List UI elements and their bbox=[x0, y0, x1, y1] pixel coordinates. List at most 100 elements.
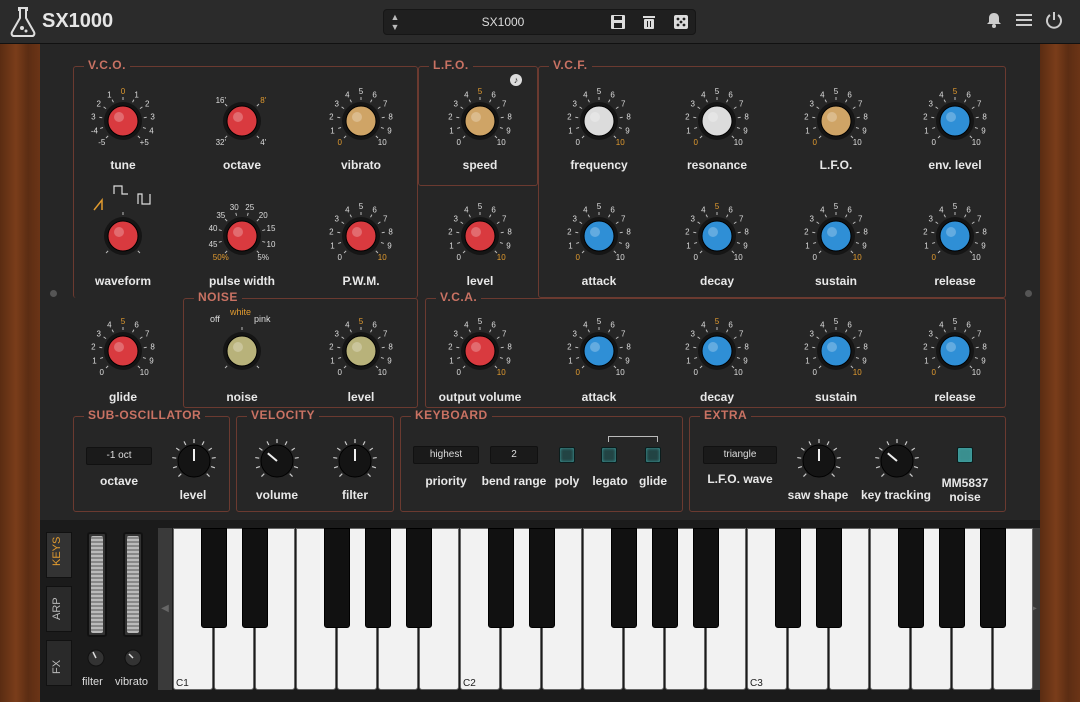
tune-knob-tick-7: 2 bbox=[145, 99, 150, 108]
vcf-decay-knob[interactable]: 01 234 5 678 910 bbox=[685, 202, 749, 262]
vcf-env-level-knob-tick-1: 1 bbox=[924, 126, 929, 135]
key-tracking-knob[interactable] bbox=[875, 439, 919, 478]
vca-sustain-knob-tick-7: 7 bbox=[858, 329, 863, 338]
black-key[interactable] bbox=[652, 528, 678, 628]
vca-attack-knob-tick-9: 9 bbox=[625, 356, 630, 365]
vcf-resonance-knob-tick-9: 9 bbox=[743, 126, 748, 135]
lfo-wave-select[interactable]: triangle bbox=[703, 446, 777, 464]
glide-label: glide bbox=[108, 390, 137, 404]
vcf-frequency-label: frequency bbox=[570, 158, 628, 172]
velocity-volume-knob[interactable] bbox=[255, 439, 299, 478]
glide-knob[interactable]: 01 234 5 678 910 bbox=[91, 317, 155, 377]
lfo-speed-knob-tick-9: 9 bbox=[506, 126, 511, 135]
pulse-width-knob-tick-3: 35 bbox=[216, 211, 225, 220]
scroll-left-arrow[interactable]: ◀ bbox=[158, 528, 172, 690]
priority-select[interactable]: highest bbox=[413, 446, 479, 464]
lfo-sync-icon[interactable]: ♪ bbox=[510, 74, 522, 86]
black-key[interactable] bbox=[939, 528, 965, 628]
black-key[interactable] bbox=[693, 528, 719, 628]
vcf-attack-knob[interactable]: 01 234 5 678 910 bbox=[567, 202, 631, 262]
bell-icon[interactable] bbox=[983, 11, 1005, 33]
black-key[interactable] bbox=[242, 528, 268, 628]
vca-attack-knob-tick-7: 7 bbox=[621, 329, 626, 338]
lfo-speed-knob[interactable]: 01 234 5 678 910 bbox=[448, 87, 512, 147]
black-key[interactable] bbox=[488, 528, 514, 628]
black-key[interactable] bbox=[816, 528, 842, 628]
vca-attack-knob[interactable]: 01 234 5 678 910 bbox=[567, 317, 631, 377]
tab-keys[interactable]: KEYS bbox=[46, 532, 72, 578]
black-key[interactable] bbox=[201, 528, 227, 628]
pwm-knob-tick-5: 5 bbox=[359, 202, 364, 211]
legato-toggle[interactable] bbox=[601, 447, 617, 463]
velocity-filter-knob[interactable] bbox=[333, 439, 377, 478]
black-key[interactable] bbox=[406, 528, 432, 628]
filter-mini-knob[interactable] bbox=[86, 648, 106, 668]
vcf-env-level-knob-tick-9: 9 bbox=[981, 126, 986, 135]
save-icon[interactable] bbox=[609, 14, 627, 32]
black-key[interactable] bbox=[898, 528, 924, 628]
pulse-width-knob-tick-4: 30 bbox=[230, 203, 239, 212]
sub-octave-select[interactable]: -1 oct bbox=[86, 447, 152, 465]
lfo-level-knob[interactable]: 01 234 5 678 910 bbox=[448, 202, 512, 262]
black-key[interactable] bbox=[775, 528, 801, 628]
vca-attack-knob-tick-1: 1 bbox=[568, 356, 573, 365]
noise-level-knob[interactable]: 01 234 5 678 910 bbox=[329, 317, 393, 377]
preset-selector[interactable]: ▲ ▼ SX1000 bbox=[383, 9, 696, 35]
vcf-attack-knob-tick-4: 4 bbox=[583, 205, 588, 214]
pwm-knob-tick-4: 4 bbox=[345, 205, 350, 214]
vca-sustain-knob-tick-10: 10 bbox=[853, 368, 862, 377]
saw-shape-knob[interactable] bbox=[797, 439, 841, 478]
mod-wheel[interactable] bbox=[123, 532, 143, 637]
vcf-resonance-knob-tick-8: 8 bbox=[744, 112, 749, 121]
vcf-env-level-knob[interactable]: 01 234 5 678 910 bbox=[923, 87, 987, 147]
vcf-frequency-knob-tick-0: 0 bbox=[576, 138, 581, 147]
vcf-resonance-knob[interactable]: 01 234 5 678 910 bbox=[685, 87, 749, 147]
vibrato-mini-knob[interactable] bbox=[123, 648, 143, 668]
vcf-lfo-knob[interactable]: 01 234 5 678 910 bbox=[804, 87, 868, 147]
vca-attack-knob-tick-2: 2 bbox=[567, 342, 572, 351]
vca-output-volume-knob-tick-6: 6 bbox=[491, 320, 496, 329]
noise-level-knob-tick-2: 2 bbox=[329, 342, 334, 351]
dice-icon[interactable] bbox=[672, 14, 690, 32]
tune-knob[interactable]: -5-4321 0 1234+5 bbox=[91, 87, 155, 147]
black-key[interactable] bbox=[529, 528, 555, 628]
pwm-knob[interactable]: 01 234 5 678 910 bbox=[329, 202, 393, 262]
vibrato-knob[interactable]: 01 234 5 678 910 bbox=[329, 87, 393, 147]
tab-arp[interactable]: ARP bbox=[46, 586, 72, 632]
vcf-attack-knob-tick-1: 1 bbox=[568, 241, 573, 250]
poly-toggle[interactable] bbox=[559, 447, 575, 463]
noise-knob[interactable] bbox=[223, 327, 261, 370]
trash-icon[interactable] bbox=[640, 14, 658, 32]
pulse-width-knob[interactable]: 50% 45 40 35 30 25 20 15 10 5% bbox=[209, 203, 276, 262]
vca-sustain-knob-tick-4: 4 bbox=[820, 320, 825, 329]
menu-icon[interactable] bbox=[1013, 11, 1035, 33]
tab-fx[interactable]: FX bbox=[46, 640, 72, 686]
black-key[interactable] bbox=[980, 528, 1006, 628]
vcf-sustain-knob-tick-0: 0 bbox=[813, 253, 818, 262]
bend-range-field[interactable]: 2 bbox=[490, 446, 538, 464]
vcf-release-knob[interactable]: 01 234 5 678 910 bbox=[923, 202, 987, 262]
vca-output-volume-knob[interactable]: 01 234 5 678 910 bbox=[448, 317, 512, 377]
vcf-frequency-knob[interactable]: 01 234 5 678 910 bbox=[567, 87, 631, 147]
vca-release-knob-tick-7: 7 bbox=[977, 329, 982, 338]
pitch-wheel[interactable] bbox=[87, 532, 107, 637]
vca-release-knob[interactable]: 01 234 5 678 910 bbox=[923, 317, 987, 377]
vca-release-knob-tick-6: 6 bbox=[966, 320, 971, 329]
mm5837-toggle[interactable] bbox=[957, 447, 973, 463]
black-key[interactable] bbox=[611, 528, 637, 628]
vcf-sustain-knob[interactable]: 01 234 5 678 910 bbox=[804, 202, 868, 262]
glide-toggle[interactable] bbox=[645, 447, 661, 463]
knobs-layer: -5-4321 0 1234+5 32'16' 8'4' 01234 5 678910 0123… bbox=[91, 87, 987, 478]
vca-decay-knob[interactable]: 01 234 5 678 910 bbox=[685, 317, 749, 377]
black-key[interactable] bbox=[365, 528, 391, 628]
power-icon[interactable] bbox=[1043, 11, 1065, 33]
waveform-knob[interactable] bbox=[104, 212, 142, 255]
noise-off-label: off bbox=[210, 314, 220, 324]
vca-sustain-knob[interactable]: 01 234 5 678 910 bbox=[804, 317, 868, 377]
black-key[interactable] bbox=[324, 528, 350, 628]
vcf-env-level-knob-tick-10: 10 bbox=[972, 138, 981, 147]
pulse-width-knob-tick-8: 10 bbox=[267, 240, 276, 249]
octave-knob[interactable]: 32' 16' 8' 4' bbox=[216, 96, 267, 147]
lfo-level-knob-tick-9: 9 bbox=[506, 241, 511, 250]
sub-level-knob[interactable] bbox=[172, 439, 216, 478]
